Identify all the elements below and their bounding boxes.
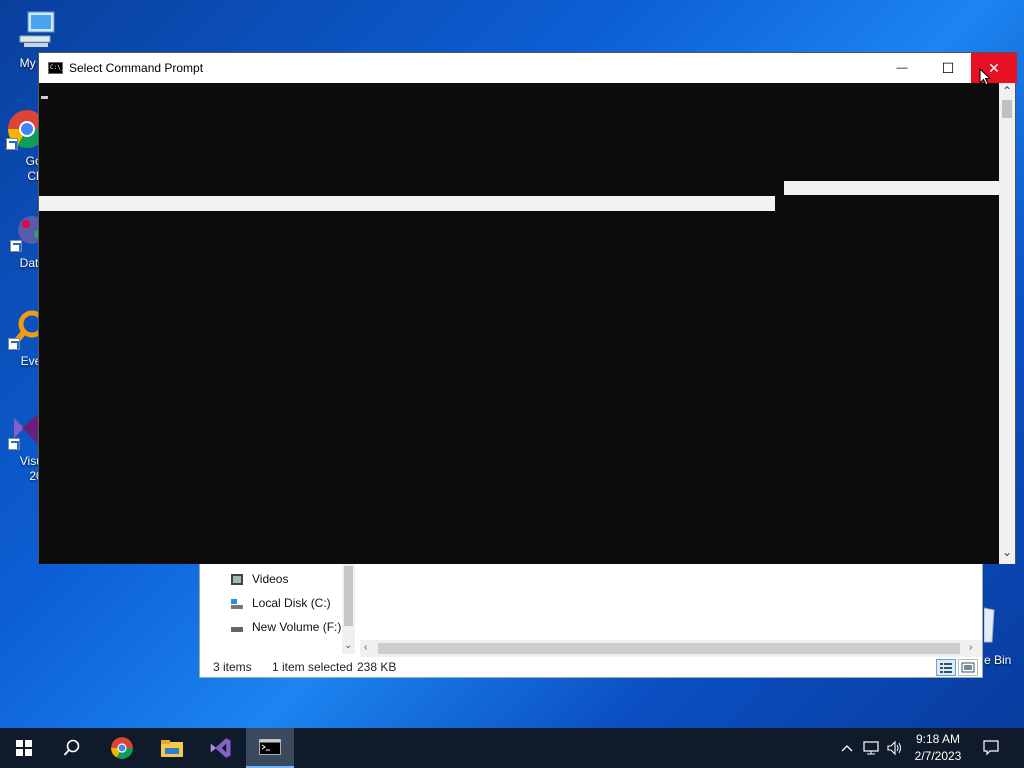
scroll-up-icon[interactable]: ⌃ [1002,84,1012,98]
volume-icon [887,740,901,756]
selection-highlight [39,196,775,211]
status-bar: 3 items 1 item selected 238 KB [200,657,982,677]
vertical-scrollbar[interactable]: ⌃ ⌄ [999,83,1015,564]
taskbar-command-prompt-button[interactable] [246,728,294,768]
taskbar-visual-studio-button[interactable] [196,728,244,768]
nav-item-label: Local Disk (C:) [252,596,331,610]
search-icon [63,739,80,756]
title-bar[interactable]: C:\_ Select Command Prompt — ☐ ✕ [39,53,1017,83]
taskbar: 9:18 AM 2/7/2023 [0,728,1024,768]
large-icons-view-button[interactable] [958,659,978,676]
network-icon [863,741,879,755]
drive-icon [231,626,243,632]
network-button[interactable] [860,728,882,768]
volume-button[interactable] [884,728,906,768]
status-selected-count: 1 item selected [272,660,353,674]
nav-pane-scrollbar[interactable]: ⌄ [342,564,355,654]
file-explorer-window: Videos Local Disk (C:) New Volume (F:) ⌄… [199,563,983,678]
horizontal-scrollbar[interactable]: ‹ › [360,640,982,657]
desktop-icon-recycle-bin[interactable]: e Bin [984,604,1024,674]
clock-date: 2/7/2023 [914,749,962,763]
taskbar-clock[interactable]: 9:18 AM 2/7/2023 [906,731,970,765]
nav-item-videos[interactable]: Videos [230,568,288,590]
desktop-icon-label: e Bin [984,653,1012,667]
recycle-bin-icon [984,607,995,643]
show-hidden-icons-button[interactable] [838,728,856,768]
nav-item-label: New Volume (F:) [252,620,342,634]
shortcut-arrow-icon [8,438,20,450]
shortcut-arrow-icon [10,240,22,252]
shortcut-arrow-icon [8,338,20,350]
details-view-button[interactable] [936,659,956,676]
nav-item-local-disk-c[interactable]: Local Disk (C:) [230,592,331,614]
scrollbar-thumb[interactable] [344,566,353,626]
command-prompt-window[interactable]: C:\_ Select Command Prompt — ☐ ✕ ⌃ ⌄ [38,52,1017,564]
scroll-down-icon[interactable]: ⌄ [1002,545,1012,559]
nav-item-new-volume-f[interactable]: New Volume (F:) [230,616,341,638]
console-output-area[interactable] [39,83,999,564]
taskbar-search-button[interactable] [48,728,96,768]
command-prompt-icon: C:\_ [48,62,64,74]
close-button[interactable]: ✕ [971,53,1017,83]
scroll-left-icon[interactable]: ‹ [364,642,367,653]
start-button[interactable] [0,728,48,768]
taskbar-chrome-button[interactable] [98,728,146,768]
file-explorer-icon [161,740,183,757]
nav-item-label: Videos [252,572,289,586]
navigation-pane: Videos Local Disk (C:) New Volume (F:) ⌄ [200,564,355,654]
shortcut-arrow-icon [6,138,18,150]
scrollbar-thumb[interactable] [1002,100,1012,118]
computer-icon [16,10,58,52]
scrollbar-thumb[interactable] [378,643,960,654]
minimize-button[interactable]: — [879,53,925,83]
drive-icon [231,598,243,609]
notification-icon [983,740,999,756]
scroll-down-icon[interactable]: ⌄ [344,640,352,651]
minimize-icon: — [896,62,908,74]
maximize-button[interactable]: ☐ [925,53,971,83]
selection-highlight [784,181,999,195]
scroll-right-icon[interactable]: › [969,642,972,653]
videos-icon [231,573,243,585]
command-prompt-icon [259,739,281,755]
window-title: Select Command Prompt [69,61,204,75]
text-cursor [41,96,48,99]
large-icons-view-icon [961,662,975,673]
details-view-icon [940,663,952,673]
visual-studio-icon [210,738,231,758]
clock-time: 9:18 AM [915,732,961,746]
taskbar-file-explorer-button[interactable] [148,728,196,768]
mouse-pointer-icon [979,68,991,86]
chevron-up-icon [841,745,853,752]
maximize-icon: ☐ [941,59,955,76]
chrome-icon [111,737,133,759]
action-center-button[interactable] [980,728,1002,768]
windows-start-icon [16,740,32,756]
status-item-count: 3 items [213,660,252,674]
status-selected-size: 238 KB [357,660,397,674]
